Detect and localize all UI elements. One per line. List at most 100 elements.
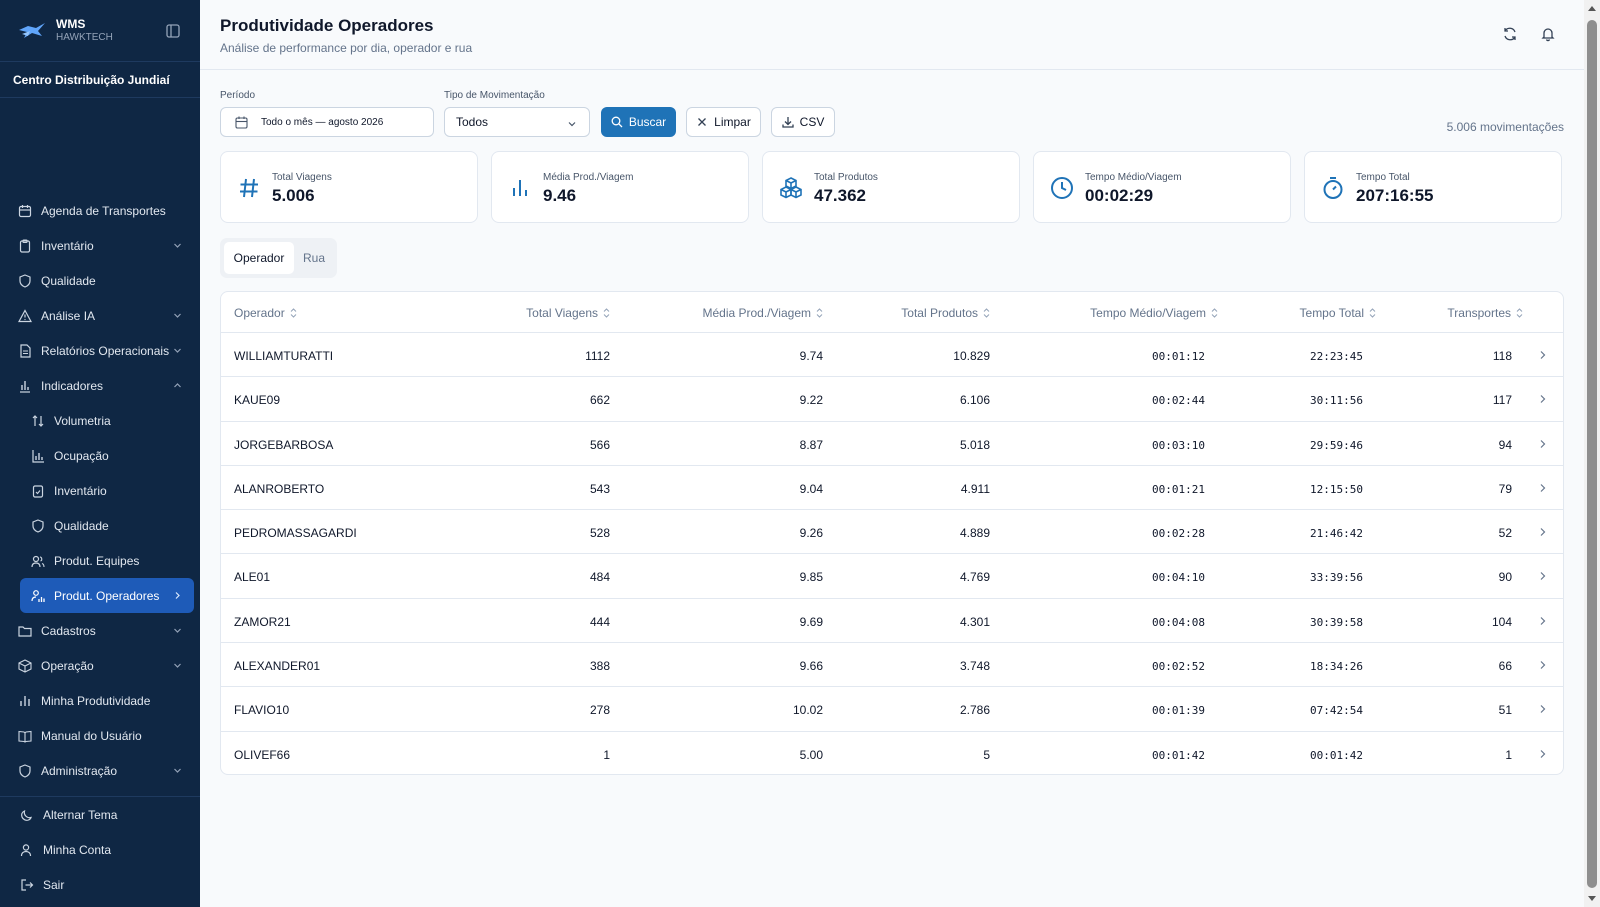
table-row[interactable]: KAUE09 662 9.22 6.106 00:02:44 30:11:56 117: [221, 377, 1563, 422]
th-media-prod-viagem[interactable]: Média Prod./Viagem: [702, 306, 823, 320]
table-row[interactable]: ALEXANDER01 388 9.66 3.748 00:02:52 18:34:26 6…: [221, 643, 1563, 688]
page-title: Produtividade Operadores: [220, 16, 434, 35]
chevron-right-icon[interactable]: [1538, 749, 1547, 759]
table-row[interactable]: FLAVIO10 278 10.02 2.786 00:01:39 07:42:54 51: [221, 687, 1563, 732]
refresh-icon[interactable]: [1502, 26, 1518, 42]
table-cell: 30:11:56: [1310, 394, 1363, 408]
th-total-produtos[interactable]: Total Produtos: [901, 306, 990, 320]
movement-type-select[interactable]: Todos: [444, 107, 590, 137]
chevron-right-icon[interactable]: [1538, 483, 1547, 493]
th-tempo-medio-viagem[interactable]: Tempo Médio/Viagem: [1090, 306, 1218, 320]
th-transportes[interactable]: Transportes: [1447, 306, 1523, 320]
brand: WMS HAWKTECH: [0, 0, 200, 62]
sidebar-subitem-inventario[interactable]: Inventário: [0, 473, 200, 508]
table-row[interactable]: ZAMOR21 444 9.69 4.301 00:04:08 30:39:58 104: [221, 599, 1563, 644]
sidebar-item-agenda-transportes[interactable]: Agenda de Transportes: [0, 193, 200, 228]
timer-icon: [1323, 177, 1343, 199]
scrollbar[interactable]: [1584, 0, 1600, 907]
search-button[interactable]: Buscar: [601, 107, 676, 137]
sidebar-item-relatorios[interactable]: Relatórios Operacionais: [0, 333, 200, 368]
chevron-right-icon[interactable]: [1538, 350, 1547, 360]
table-cell: 9.04: [799, 481, 823, 496]
scroll-up-arrow[interactable]: [1588, 6, 1596, 11]
table-cell: 00:04:08: [1152, 615, 1205, 629]
table-cell: 4.889: [959, 526, 990, 541]
sort-icon: [1364, 308, 1376, 318]
sidebar-subitem-produt-equipes[interactable]: Produt. Equipes: [0, 543, 200, 578]
bell-icon[interactable]: [1540, 26, 1556, 42]
kpi-value: 00:02:29: [1085, 186, 1154, 205]
table-cell: 1112: [585, 349, 610, 363]
shield-icon: [32, 518, 44, 533]
table-row[interactable]: WILLIAMTURATTI 1112 9.74 10.829 00:01:12 22:2…: [221, 333, 1563, 378]
kpi-value: 9.46: [543, 186, 577, 205]
type-label: Tipo de Movimentação: [444, 90, 545, 101]
table-cell: 00:01:42: [1310, 748, 1363, 762]
sidebar-subitem-volumetria[interactable]: Volumetria: [0, 403, 200, 438]
table-row[interactable]: OLIVEF66 1 5.00 5 00:01:42 00:01:42 1: [221, 732, 1563, 774]
table-row[interactable]: ALANROBERTO 543 9.04 4.911 00:01:21 12:15:50 7…: [221, 466, 1563, 511]
sidebar-item-operacao[interactable]: Operação: [0, 648, 200, 683]
sidebar-item-label: Cadastros: [41, 623, 96, 638]
table-cell: 07:42:54: [1310, 704, 1363, 718]
chevron-right-icon[interactable]: [1538, 616, 1547, 626]
chevron-right-icon[interactable]: [1538, 394, 1547, 404]
search-button-label: Buscar: [628, 115, 667, 129]
table-cell: 00:03:10: [1152, 438, 1205, 452]
sidebar-subitem-ocupacao[interactable]: Ocupação: [0, 438, 200, 473]
table-cell: 51: [1498, 703, 1512, 718]
chevron-right-icon[interactable]: [1538, 571, 1547, 581]
table-cell: 388: [589, 659, 610, 674]
th-tempo-total[interactable]: Tempo Total: [1300, 306, 1376, 320]
sidebar-item-cadastros[interactable]: Cadastros: [0, 613, 200, 648]
clear-button[interactable]: Limpar: [686, 107, 761, 137]
distribution-center[interactable]: Centro Distribuição Jundiaí: [0, 62, 200, 98]
column-header-label: Tempo Total: [1299, 306, 1364, 320]
scrollbar-thumb[interactable]: [1587, 20, 1597, 888]
tab-operador[interactable]: Operador: [224, 242, 294, 274]
box-icon: [18, 658, 32, 673]
sidebar-subitem-qualidade[interactable]: Qualidade: [0, 508, 200, 543]
sidebar-item-manual[interactable]: Manual do Usuário: [0, 718, 200, 753]
chevron-right-icon[interactable]: [1538, 660, 1547, 670]
chevron-right-icon[interactable]: [1538, 439, 1547, 449]
sidebar-item-minha-produtividade[interactable]: Minha Produtividade: [0, 683, 200, 718]
sidebar-item-label: Inventário: [41, 238, 94, 253]
table-row[interactable]: PEDROMASSAGARDI 528 9.26 4.889 00:02:28 21:46…: [221, 510, 1563, 555]
table-cell: 4.301: [959, 614, 990, 629]
alert-triangle-icon: [18, 308, 32, 322]
sidebar-item-administracao[interactable]: Administração: [0, 753, 200, 788]
table-cell: 9.74: [799, 349, 823, 363]
tab-rua[interactable]: Rua: [294, 242, 334, 274]
column-header-label: Operador: [234, 306, 285, 320]
table-cell: ALEXANDER01: [234, 659, 321, 674]
table-cell: KAUE09: [234, 393, 281, 408]
sidebar-item-qualidade[interactable]: Qualidade: [0, 263, 200, 298]
sidebar-item-label: Ocupação: [54, 448, 109, 463]
table-row[interactable]: JORGEBARBOSA 566 8.87 5.018 00:03:10 29:59:46…: [221, 422, 1563, 466]
chevron-right-icon[interactable]: [1538, 527, 1547, 537]
sidebar-item-analise-ia[interactable]: Análise IA: [0, 298, 200, 333]
kpi-value: 207:16:55: [1356, 186, 1434, 205]
csv-export-button[interactable]: CSV: [771, 107, 835, 137]
th-operador[interactable]: Operador: [234, 306, 297, 320]
sidebar-item-label: Operação: [41, 658, 94, 673]
sidebar-collapse-icon[interactable]: [166, 24, 180, 38]
sidebar-item-alternar-tema[interactable]: Alternar Tema: [0, 797, 200, 832]
sidebar-item-minha-conta[interactable]: Minha Conta: [0, 832, 200, 867]
sort-icon: [811, 308, 823, 318]
sidebar-item-indicadores[interactable]: Indicadores: [0, 368, 200, 403]
sidebar-item-inventario[interactable]: Inventário: [0, 228, 200, 263]
scroll-down-arrow[interactable]: [1588, 896, 1596, 901]
table-cell: 3.748: [959, 659, 990, 674]
sidebar-subitem-produt-operadores[interactable]: Produt. Operadores: [20, 578, 194, 613]
table-row[interactable]: ALE01 484 9.85 4.769 00:04:10 33:39:56 90: [221, 554, 1563, 599]
brand-company: HAWKTECH: [56, 31, 113, 43]
sidebar-footer: Alternar Tema Minha Conta Sair: [0, 796, 200, 902]
th-total-viagens[interactable]: Total Viagens: [526, 306, 610, 320]
chevron-right-icon[interactable]: [1538, 704, 1547, 714]
sidebar-item-sair[interactable]: Sair: [0, 867, 200, 902]
table-cell: 1: [603, 747, 610, 762]
table-cell: 00:02:28: [1152, 527, 1205, 541]
period-picker[interactable]: Todo o mês — agosto 2026: [220, 107, 434, 137]
